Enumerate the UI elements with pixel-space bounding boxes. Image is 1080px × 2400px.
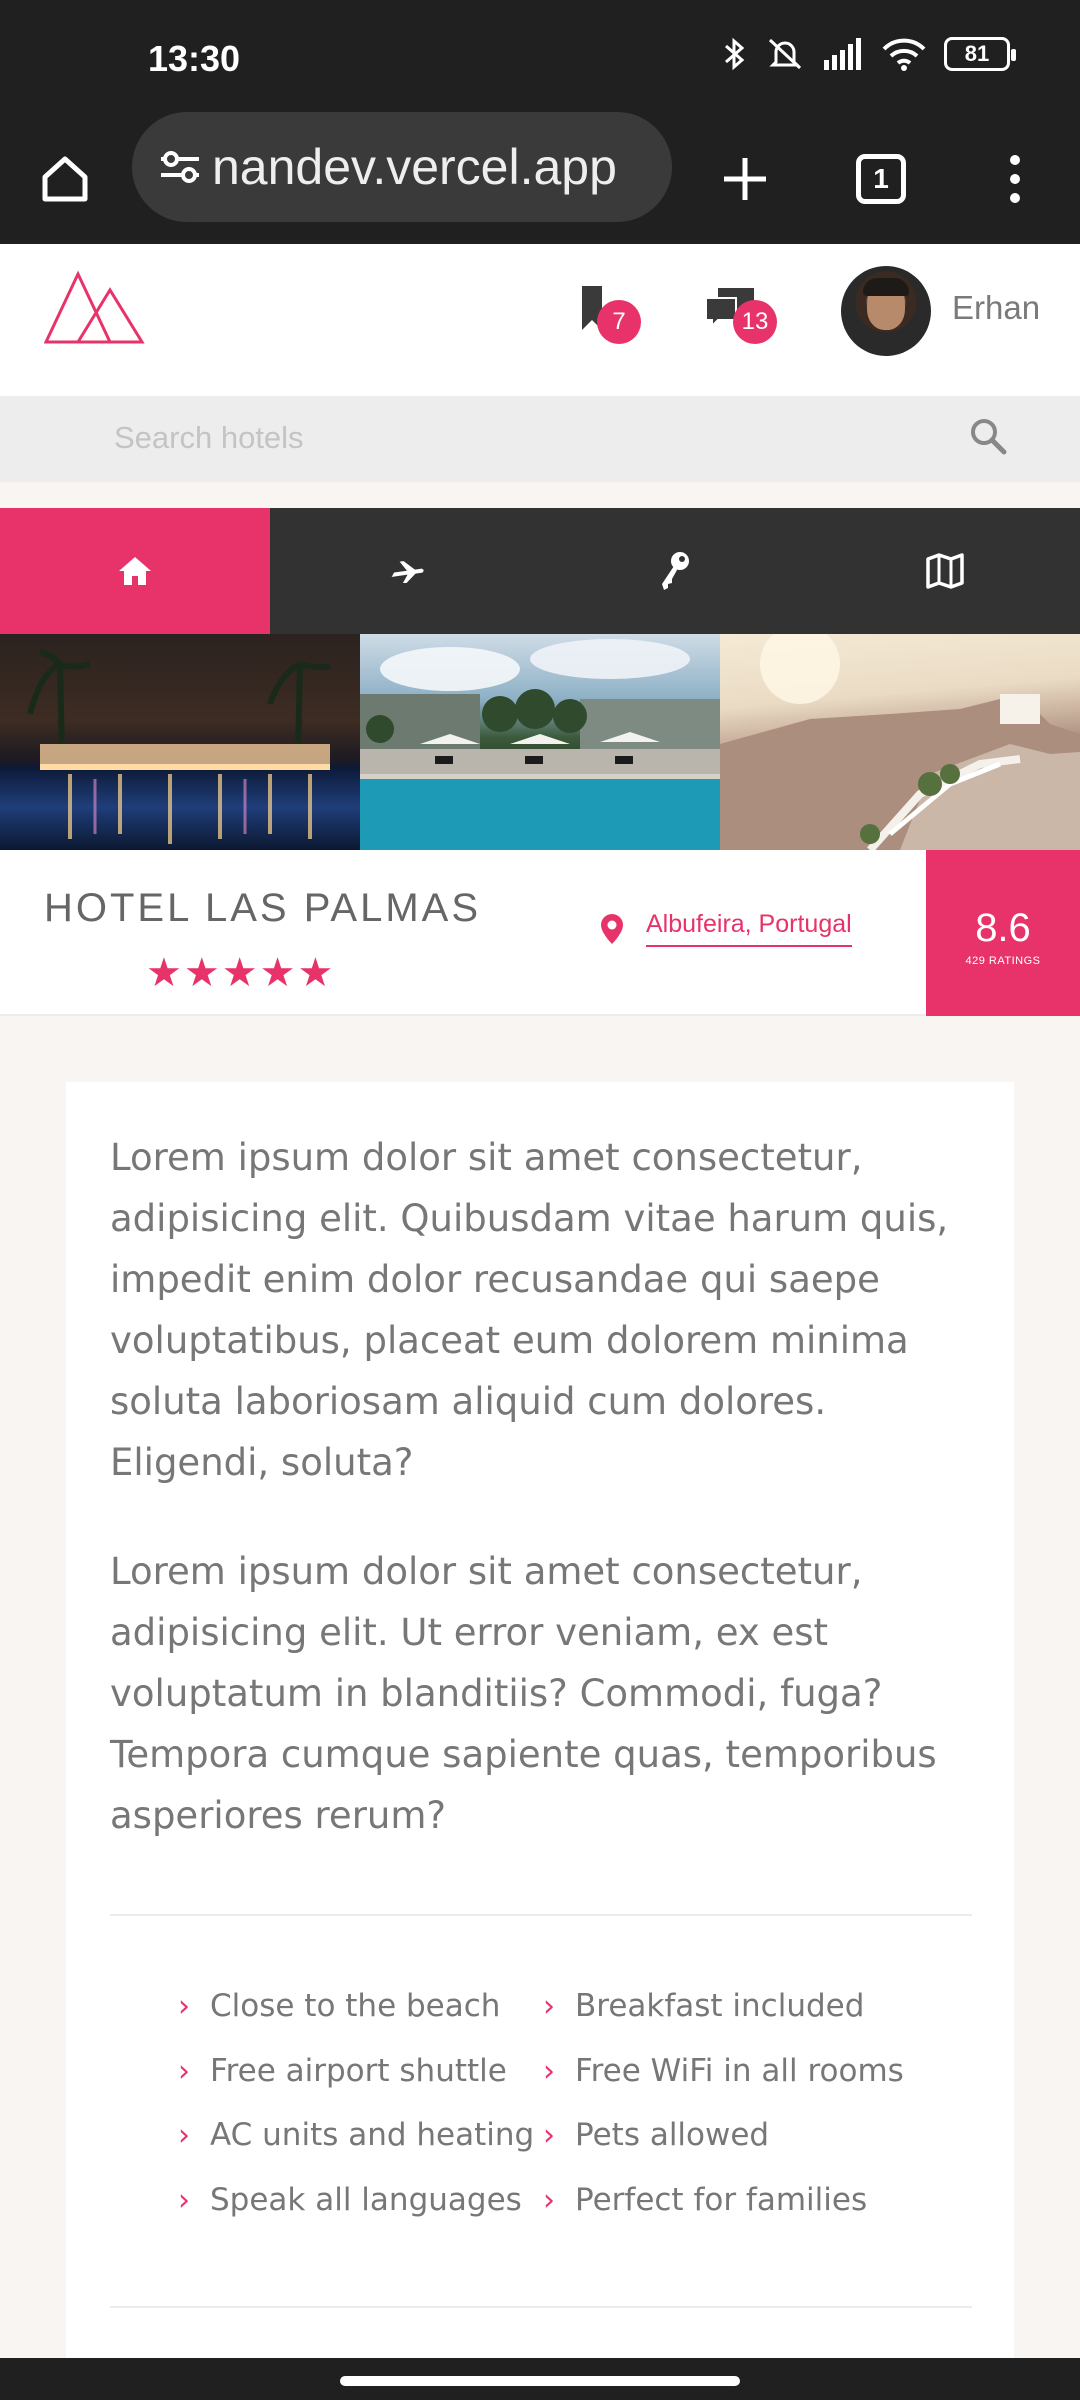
search-icon[interactable] <box>968 416 1008 456</box>
battery-indicator: 81 <box>944 37 1016 71</box>
tab-rentals[interactable] <box>540 508 810 634</box>
home-icon <box>119 557 151 585</box>
category-tabs <box>0 508 1080 634</box>
map-icon <box>926 553 964 589</box>
chevron-right-icon: › <box>178 1988 190 2024</box>
battery-level: 81 <box>964 41 990 66</box>
tab-flights[interactable] <box>270 508 540 634</box>
search-bar: Search hotels <box>0 396 1080 482</box>
plus-icon <box>724 158 766 200</box>
key-icon <box>662 552 689 590</box>
feature-item: › Breakfast included <box>543 1988 865 2024</box>
search-input[interactable]: Search hotels <box>114 420 304 456</box>
chevron-right-icon: › <box>178 2182 190 2218</box>
hotel-star-rating: ★★★★★ <box>146 951 336 995</box>
home-outline-icon <box>42 156 88 202</box>
feature-item: › Free WiFi in all rooms <box>543 2053 904 2089</box>
hotel-ratings-count: 429 RATINGS <box>965 955 1041 967</box>
url-bar[interactable]: nandev.vercel.app <box>132 112 672 222</box>
chevron-right-icon: › <box>178 2117 190 2153</box>
hotel-location[interactable]: Albufeira, Portugal <box>646 910 852 947</box>
browser-toolbar: nandev.vercel.app 1 <box>0 110 1080 244</box>
hotel-photo-day-pool[interactable] <box>360 634 720 850</box>
location-pin-icon <box>601 913 623 944</box>
description-paragraph-1: Lorem ipsum dolor sit amet consectetur, … <box>110 1136 949 1484</box>
browser-menu-button[interactable] <box>970 134 1060 224</box>
plane-icon <box>387 561 424 583</box>
chevron-right-icon: › <box>543 2182 555 2218</box>
tab-count: 1 <box>856 154 906 204</box>
hotel-score-box: 8.6 429 RATINGS <box>926 850 1080 1016</box>
site-settings-icon[interactable] <box>154 147 206 187</box>
avatar[interactable] <box>841 266 931 356</box>
tab-home[interactable] <box>0 508 270 634</box>
user-name[interactable]: Erhan <box>952 289 1040 327</box>
url-text[interactable]: nandev.vercel.app <box>212 138 617 196</box>
feature-item: › Speak all languages <box>178 2182 522 2218</box>
description-paragraph-2: Lorem ipsum dolor sit amet consectetur, … <box>110 1550 937 1837</box>
feature-item: › Free airport shuttle <box>178 2053 507 2089</box>
feature-item: › AC units and heating <box>178 2117 535 2153</box>
status-time: 13:30 <box>148 38 241 79</box>
silent-bell-icon <box>768 38 802 70</box>
home-gesture-bar[interactable] <box>340 2376 740 2386</box>
tab-map[interactable] <box>810 508 1080 634</box>
more-vert-icon <box>1010 155 1020 203</box>
status-bar: 13:30 81 <box>0 0 1080 110</box>
feature-item: › Close to the beach <box>178 1988 501 2024</box>
browser-home-button[interactable] <box>20 134 110 224</box>
feature-item: › Perfect for families <box>543 2182 868 2218</box>
hotel-photo-night-pool[interactable] <box>0 634 360 850</box>
bluetooth-icon <box>725 37 745 71</box>
hotel-photo-gallery <box>0 634 1080 850</box>
divider <box>110 2306 972 2308</box>
feature-item: › Pets allowed <box>543 2117 770 2153</box>
brand-logo[interactable] <box>44 270 146 344</box>
chevron-right-icon: › <box>543 2053 555 2089</box>
chevron-right-icon: › <box>178 2053 190 2089</box>
signal-icon <box>824 38 861 70</box>
messages-badge: 13 <box>733 300 777 344</box>
divider <box>110 1914 972 1916</box>
chevron-right-icon: › <box>543 1988 555 2024</box>
hotel-name: HOTEL LAS PALMAS <box>44 886 482 930</box>
status-icons: 81 <box>722 36 1016 72</box>
bookmarks-badge: 7 <box>597 300 641 344</box>
hotel-location-link[interactable]: Albufeira, Portugal <box>600 910 852 947</box>
hotel-photo-terrace[interactable] <box>720 634 1080 850</box>
wifi-icon <box>882 38 926 71</box>
hotel-score: 8.6 <box>975 906 1031 950</box>
new-tab-button[interactable] <box>700 134 790 224</box>
tab-switcher-button[interactable]: 1 <box>836 134 926 224</box>
chevron-right-icon: › <box>543 2117 555 2153</box>
